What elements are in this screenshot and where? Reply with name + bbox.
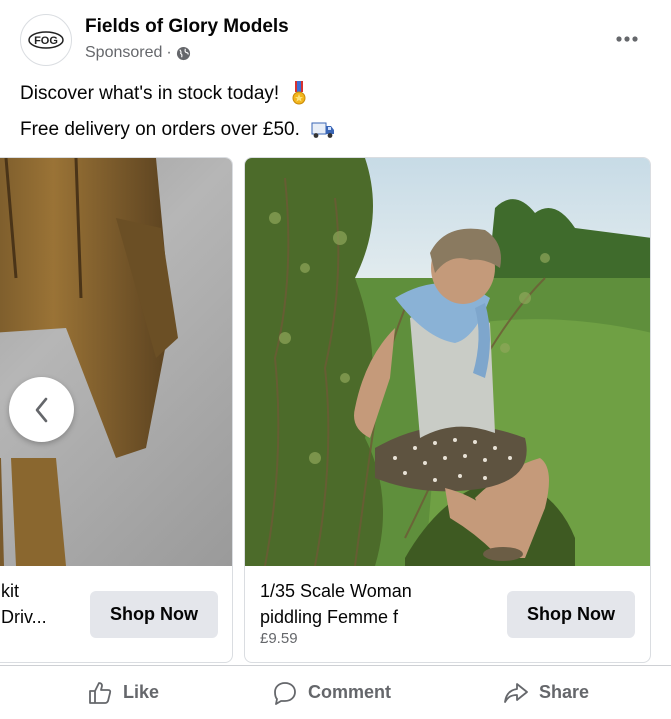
share-arrow-icon — [504, 682, 528, 703]
post-action-bar: Like Comment Share — [0, 665, 671, 719]
fog-logo-icon: FOG — [28, 31, 64, 49]
post-text-line2-content: Free delivery on orders over £50. — [20, 119, 300, 140]
share-label: Share — [539, 682, 590, 702]
figure-brown-jacket-photo — [0, 158, 232, 566]
like-label: Like — [123, 682, 160, 702]
product-carousel[interactable]: kit Driv... Shop Now 1/35 Scale Woman pi… — [0, 157, 671, 665]
product-card-footer-1: kit Driv... Shop Now — [0, 566, 232, 662]
product-image-2[interactable] — [245, 158, 650, 566]
more-options-icon — [616, 36, 638, 42]
thumbs-up-icon — [89, 681, 112, 704]
globe-icon — [176, 46, 190, 60]
product-title-1-line2: Driv... — [1, 607, 47, 627]
post-header: FOG Fields of Glory Models Sponsored · — [0, 0, 671, 76]
post-text-line1-content: Discover what's in stock today! — [20, 83, 280, 105]
post-text-line1: Discover what's in stock today! — [20, 81, 308, 107]
post-meta: Sponsored · — [85, 44, 191, 62]
comment-bubble-icon — [274, 681, 296, 705]
post-text-line2: Free delivery on orders over £50. — [20, 119, 335, 141]
product-title-2[interactable]: 1/35 Scale Woman piddling Femme f — [260, 578, 450, 630]
medal-emoji — [292, 81, 306, 105]
chevron-left-icon — [35, 397, 47, 422]
carousel-prev-button[interactable] — [9, 377, 74, 442]
woman-figure-in-bushes-photo — [245, 158, 650, 566]
meta-separator: · — [166, 44, 172, 61]
comment-button[interactable]: Comment — [272, 666, 391, 719]
shop-now-button-1[interactable]: Shop Now — [90, 591, 218, 638]
product-title-1[interactable]: kit Driv... — [1, 578, 71, 630]
page-avatar[interactable]: FOG — [20, 14, 72, 66]
product-image-1[interactable] — [0, 158, 232, 566]
product-card-footer-2: 1/35 Scale Woman piddling Femme f £9.59 … — [245, 566, 650, 662]
comment-label: Comment — [308, 682, 392, 702]
page-name-link[interactable]: Fields of Glory Models — [85, 16, 289, 38]
like-button[interactable]: Like — [87, 666, 159, 719]
product-price-2: £9.59 — [260, 630, 298, 647]
product-title-1-line1: kit — [1, 581, 19, 601]
more-options-button[interactable] — [610, 24, 644, 54]
shop-now-button-2[interactable]: Shop Now — [507, 591, 635, 638]
share-button[interactable]: Share — [503, 666, 589, 719]
product-card-2[interactable]: 1/35 Scale Woman piddling Femme f £9.59 … — [244, 157, 651, 663]
svg-text:FOG: FOG — [34, 35, 58, 47]
delivery-truck-emoji — [311, 122, 335, 138]
sponsored-label[interactable]: Sponsored — [85, 44, 162, 62]
